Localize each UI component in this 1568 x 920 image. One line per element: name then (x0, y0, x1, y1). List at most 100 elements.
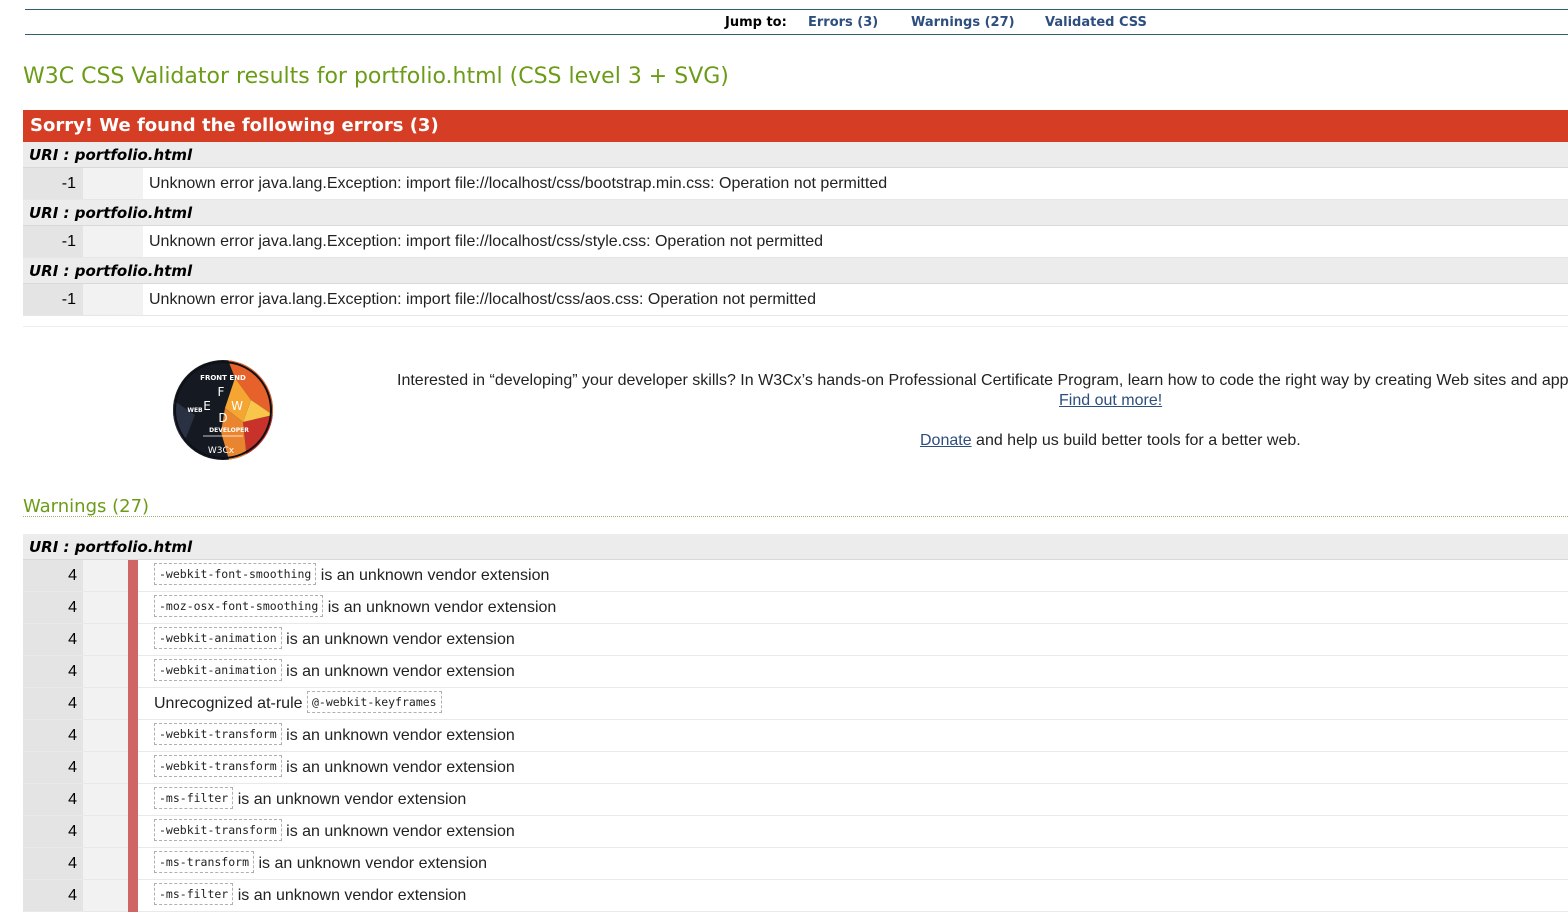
warning-message: -moz-osx-font-smoothing is an unknown ve… (154, 592, 556, 623)
donate-link[interactable]: Donate (920, 432, 972, 449)
badge-text-web: WEB (187, 407, 203, 414)
warning-row: 4 -moz-osx-font-smoothing is an unknown v… (23, 592, 1568, 624)
warning-level-bar (128, 848, 138, 880)
error-line-number: -1 (23, 226, 83, 257)
warning-context-cell (83, 816, 128, 847)
error-row: -1 Unknown error java.lang.Exception: im… (23, 168, 1568, 200)
warning-line-number: 4 (23, 688, 83, 719)
warning-line-number: 4 (23, 816, 83, 847)
warning-code: -webkit-transform (154, 755, 282, 778)
warning-context-cell (83, 656, 128, 687)
warning-code: -webkit-animation (154, 659, 282, 682)
warnings-divider (23, 516, 1568, 517)
warning-context-cell (83, 848, 128, 879)
warning-context-cell (83, 880, 128, 911)
donate-text: and help us build better tools for a bet… (971, 432, 1301, 449)
badge-text-developer: DEVELOPER (209, 427, 249, 434)
badge-letter-d: D (218, 411, 227, 425)
warning-row: 4 Unrecognized at-rule @-webkit-keyframes (23, 688, 1568, 720)
find-out-more-link[interactable]: Find out more! (1059, 392, 1162, 410)
jump-warnings-link[interactable]: Warnings (27) (911, 15, 1015, 30)
badge-text-w3cx: W3Cx (208, 446, 235, 456)
warning-code: -ms-transform (154, 851, 255, 874)
error-message: Unknown error java.lang.Exception: impor… (149, 233, 824, 250)
warning-level-bar (128, 624, 138, 656)
warning-suffix: is an unknown vendor extension (233, 791, 467, 808)
warnings-heading: Warnings (27) (23, 496, 150, 517)
badge-text-frontend: FRONT END (200, 374, 246, 382)
warning-code: -ms-filter (154, 883, 234, 906)
warning-row: 4 -ms-filter is an unknown vendor extensi… (23, 880, 1568, 912)
warning-suffix: is an unknown vendor extension (281, 727, 515, 744)
donate-line: Donate and help us build better tools fo… (920, 432, 1301, 450)
warning-message: -webkit-animation is an unknown vendor e… (154, 656, 515, 687)
warning-level-bar (128, 880, 138, 912)
warning-line-number: 4 (23, 560, 83, 591)
warning-context-cell (83, 720, 128, 751)
error-line-number: -1 (23, 284, 83, 315)
warning-suffix: is an unknown vendor extension (281, 663, 515, 680)
warning-message: -webkit-transform is an unknown vendor e… (154, 816, 515, 847)
warning-suffix: is an unknown vendor extension (254, 855, 488, 872)
warning-suffix: is an unknown vendor extension (316, 567, 550, 584)
warning-context-cell (83, 784, 128, 815)
warning-suffix: is an unknown vendor extension (281, 631, 515, 648)
warning-level-bar (128, 752, 138, 784)
jump-validated-css-link[interactable]: Validated CSS (1045, 15, 1147, 30)
jump-to-label: Jump to: (725, 15, 787, 30)
warning-context-cell (83, 688, 128, 719)
section-divider (23, 326, 1568, 327)
warning-context-cell (83, 752, 128, 783)
warning-line-number: 4 (23, 752, 83, 783)
error-uri-row: URI : portfolio.html (23, 142, 1568, 168)
warning-row: 4 -webkit-transform is an unknown vendor … (23, 752, 1568, 784)
warning-code: -webkit-font-smoothing (154, 563, 317, 586)
warning-suffix: is an unknown vendor extension (323, 599, 557, 616)
error-uri-row: URI : portfolio.html (23, 258, 1568, 284)
warning-message: -ms-filter is an unknown vendor extensio… (154, 784, 466, 815)
error-row: -1 Unknown error java.lang.Exception: im… (23, 226, 1568, 258)
error-message: Unknown error java.lang.Exception: impor… (149, 175, 888, 192)
warning-row: 4 -webkit-animation is an unknown vendor … (23, 656, 1568, 688)
warning-prefix: Unrecognized at-rule (154, 695, 307, 712)
warning-message: Unrecognized at-rule @-webkit-keyframes (154, 688, 442, 719)
warning-row: 4 -webkit-transform is an unknown vendor … (23, 816, 1568, 848)
warning-row: 4 -webkit-transform is an unknown vendor … (23, 720, 1568, 752)
errors-header: Sorry! We found the following errors (3) (23, 110, 1568, 142)
warning-line-number: 4 (23, 848, 83, 879)
warning-level-bar (128, 592, 138, 624)
jump-errors-link[interactable]: Errors (3) (808, 15, 878, 30)
warning-uri-row: URI : portfolio.html (23, 534, 1568, 560)
error-row: -1 Unknown error java.lang.Exception: im… (23, 284, 1568, 316)
warning-code: @-webkit-keyframes (306, 691, 442, 714)
warning-code: -webkit-animation (154, 627, 282, 650)
warning-line-number: 4 (23, 624, 83, 655)
badge-letter-e: E (203, 399, 211, 413)
warning-context-cell (83, 560, 128, 591)
fewd-badge-logo[interactable]: FRONT END WEB DEVELOPER F E W D W3Cx (173, 360, 273, 460)
warning-message: -ms-filter is an unknown vendor extensio… (154, 880, 466, 911)
warning-level-bar (128, 656, 138, 688)
warning-message: -webkit-transform is an unknown vendor e… (154, 720, 515, 751)
warning-suffix: is an unknown vendor extension (281, 759, 515, 776)
warning-message: -webkit-animation is an unknown vendor e… (154, 624, 515, 655)
warning-level-bar (128, 720, 138, 752)
warning-line-number: 4 (23, 720, 83, 751)
warning-row: 4 -webkit-animation is an unknown vendor … (23, 624, 1568, 656)
warning-line-number: 4 (23, 656, 83, 687)
error-context-cell (83, 226, 143, 257)
error-uri-row: URI : portfolio.html (23, 200, 1568, 226)
error-context-cell (83, 168, 143, 199)
warning-level-bar (128, 560, 138, 592)
promo-text: Interested in “developing” your develope… (397, 372, 1568, 389)
warning-suffix: is an unknown vendor extension (233, 887, 467, 904)
warning-level-bar (128, 784, 138, 816)
warning-context-cell (83, 624, 128, 655)
warning-line-number: 4 (23, 592, 83, 623)
warning-context-cell (83, 592, 128, 623)
warning-suffix: is an unknown vendor extension (281, 823, 515, 840)
warning-code: -webkit-transform (154, 723, 282, 746)
error-message: Unknown error java.lang.Exception: impor… (149, 291, 816, 308)
warning-message: -webkit-font-smoothing is an unknown ven… (154, 560, 549, 591)
warning-code: -moz-osx-font-smoothing (154, 595, 324, 618)
